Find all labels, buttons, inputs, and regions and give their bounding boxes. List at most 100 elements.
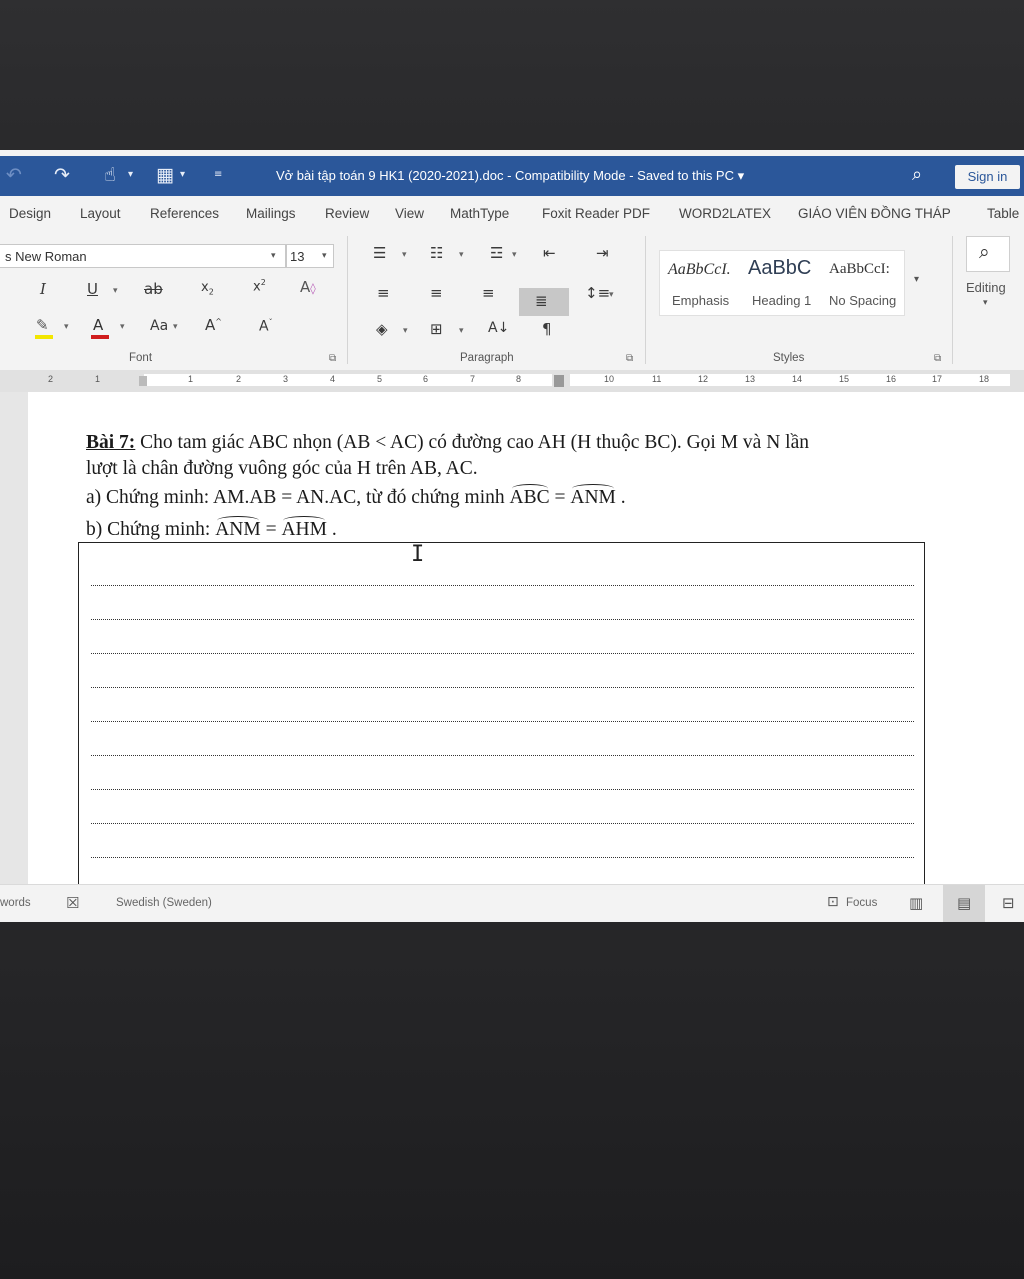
grow-font-icon[interactable]: A^: [205, 316, 222, 334]
decrease-indent-icon[interactable]: ⇤: [543, 244, 556, 262]
chevron-down-icon[interactable]: ▾: [322, 251, 327, 261]
indent-marker[interactable]: [139, 376, 147, 386]
document-title[interactable]: Vở bài tập toán 9 HK1 (2020-2021).doc - …: [276, 168, 744, 184]
document-page[interactable]: Bài 7: Cho tam giác ABC nhọn (AB < AC) c…: [28, 392, 1024, 902]
chevron-down-icon[interactable]: ▾: [271, 251, 276, 261]
answer-line[interactable]: [91, 823, 914, 824]
style-emphasis-sample[interactable]: AaBbCcI.: [668, 261, 731, 279]
style-heading1-name[interactable]: Heading 1: [752, 293, 811, 308]
focus-button[interactable]: Focus: [846, 897, 877, 909]
borders-icon[interactable]: ⊞: [430, 320, 443, 338]
tab-foxit[interactable]: Foxit Reader PDF: [542, 206, 650, 221]
answer-line[interactable]: [91, 585, 914, 586]
tab-word2latex[interactable]: WORD2LATEX: [679, 206, 771, 221]
table-icon[interactable]: ▦: [156, 164, 174, 186]
ruler-text-area: [144, 374, 552, 386]
chevron-down-icon[interactable]: ▾: [609, 290, 614, 300]
superscript-icon[interactable]: x2: [253, 278, 266, 294]
clear-formatting-icon[interactable]: A◊: [300, 278, 316, 296]
font-size-combobox[interactable]: 13 ▾: [286, 244, 334, 268]
tab-view[interactable]: View: [395, 206, 424, 221]
proofing-icon[interactable]: ☒: [66, 894, 79, 912]
line-spacing-icon[interactable]: ↕≡: [585, 284, 610, 302]
language-indicator[interactable]: Swedish (Sweden): [116, 897, 212, 909]
tab-giao-vien[interactable]: GIÁO VIÊN ĐỒNG THÁP: [798, 206, 951, 221]
font-name-combobox[interactable]: s New Roman ▾: [0, 244, 286, 268]
customize-toolbar-icon[interactable]: ≡: [214, 169, 222, 180]
equals-sign: =: [260, 519, 282, 540]
style-no-spacing-sample[interactable]: AaBbCcI:: [829, 261, 890, 278]
multilevel-list-icon[interactable]: ☲: [490, 244, 503, 262]
chevron-down-icon[interactable]: ▾: [914, 274, 919, 285]
bullets-icon[interactable]: ☰: [373, 244, 386, 262]
chevron-down-icon[interactable]: ▾: [64, 322, 69, 332]
chevron-down-icon[interactable]: ▾: [403, 326, 408, 336]
tab-table[interactable]: Table: [987, 206, 1019, 221]
print-layout-button[interactable]: ▤: [943, 885, 985, 922]
italic-icon[interactable]: I: [40, 280, 46, 298]
read-mode-icon[interactable]: ▥: [909, 894, 923, 912]
font-color-icon[interactable]: A: [93, 316, 103, 334]
chevron-down-icon[interactable]: ▾: [512, 250, 517, 260]
tab-references[interactable]: References: [150, 206, 219, 221]
style-no-spacing-name[interactable]: No Spacing: [829, 293, 896, 308]
answer-line[interactable]: [91, 755, 914, 756]
align-right-icon[interactable]: ≡: [482, 284, 495, 302]
align-left-icon[interactable]: ≡: [377, 284, 390, 302]
justify-button[interactable]: ≣: [519, 288, 569, 316]
paragraph-dialog-launcher-icon[interactable]: ⧉: [626, 353, 633, 364]
chevron-down-icon[interactable]: ▾: [180, 169, 185, 180]
answer-line[interactable]: [91, 653, 914, 654]
horizontal-ruler[interactable]: 2 1 1 2 3 4 5 6 7 8 10 11 12 13 14 15 16…: [0, 370, 1024, 392]
tab-mathtype[interactable]: MathType: [450, 206, 509, 221]
answer-line[interactable]: [91, 721, 914, 722]
style-heading1-sample[interactable]: AaBbC: [748, 257, 811, 280]
ruler-number: 2: [48, 374, 54, 384]
align-center-icon[interactable]: ≡: [430, 284, 443, 302]
underline-icon[interactable]: U: [87, 280, 98, 298]
chevron-down-icon[interactable]: ▾: [128, 169, 133, 180]
chevron-down-icon[interactable]: ▾: [173, 322, 178, 332]
styles-dialog-launcher-icon[interactable]: ⧉: [934, 353, 941, 364]
strikethrough-icon[interactable]: ab: [144, 280, 163, 298]
answer-box[interactable]: [78, 542, 925, 902]
undo-icon[interactable]: ↶: [6, 164, 22, 186]
tab-layout[interactable]: Layout: [80, 206, 121, 221]
answer-line[interactable]: [91, 619, 914, 620]
sort-icon[interactable]: A↓: [488, 320, 509, 336]
style-emphasis-name[interactable]: Emphasis: [672, 293, 729, 308]
sign-in-button[interactable]: Sign in: [955, 165, 1020, 189]
search-icon[interactable]: ⌕: [912, 164, 922, 185]
editing-button[interactable]: ⌕: [966, 236, 1010, 272]
tab-review[interactable]: Review: [325, 206, 369, 221]
tab-design[interactable]: Design: [9, 206, 51, 221]
web-layout-icon[interactable]: ⊟: [1002, 894, 1015, 912]
ruler-number: 17: [932, 374, 943, 384]
column-marker[interactable]: [554, 375, 564, 387]
change-case-icon[interactable]: Aa: [150, 318, 168, 334]
answer-line[interactable]: [91, 687, 914, 688]
redo-icon[interactable]: ↷: [54, 164, 70, 186]
highlight-icon[interactable]: ✎: [36, 316, 49, 334]
chevron-down-icon[interactable]: ▾: [402, 250, 407, 260]
shading-icon[interactable]: ◈: [376, 320, 388, 338]
tab-mailings[interactable]: Mailings: [246, 206, 296, 221]
editing-label[interactable]: Editing: [966, 280, 1006, 295]
shrink-font-icon[interactable]: Aˇ: [259, 318, 273, 335]
answer-line[interactable]: [91, 857, 914, 858]
chevron-down-icon[interactable]: ▾: [120, 322, 125, 332]
touch-mode-icon[interactable]: ☝: [104, 164, 116, 186]
word-count[interactable]: words: [0, 897, 31, 909]
text-cursor-icon: I: [411, 542, 425, 567]
show-formatting-marks-icon[interactable]: ¶: [542, 320, 552, 338]
increase-indent-icon[interactable]: ⇥: [596, 244, 609, 262]
font-dialog-launcher-icon[interactable]: ⧉: [329, 353, 336, 364]
chevron-down-icon[interactable]: ▾: [983, 298, 988, 308]
numbering-icon[interactable]: ☷: [430, 244, 443, 262]
chevron-down-icon[interactable]: ▾: [459, 326, 464, 336]
chevron-down-icon[interactable]: ▾: [113, 286, 118, 296]
answer-line[interactable]: [91, 789, 914, 790]
subscript-icon[interactable]: x2: [201, 280, 214, 297]
focus-icon[interactable]: ⊡: [827, 894, 839, 910]
chevron-down-icon[interactable]: ▾: [459, 250, 464, 260]
